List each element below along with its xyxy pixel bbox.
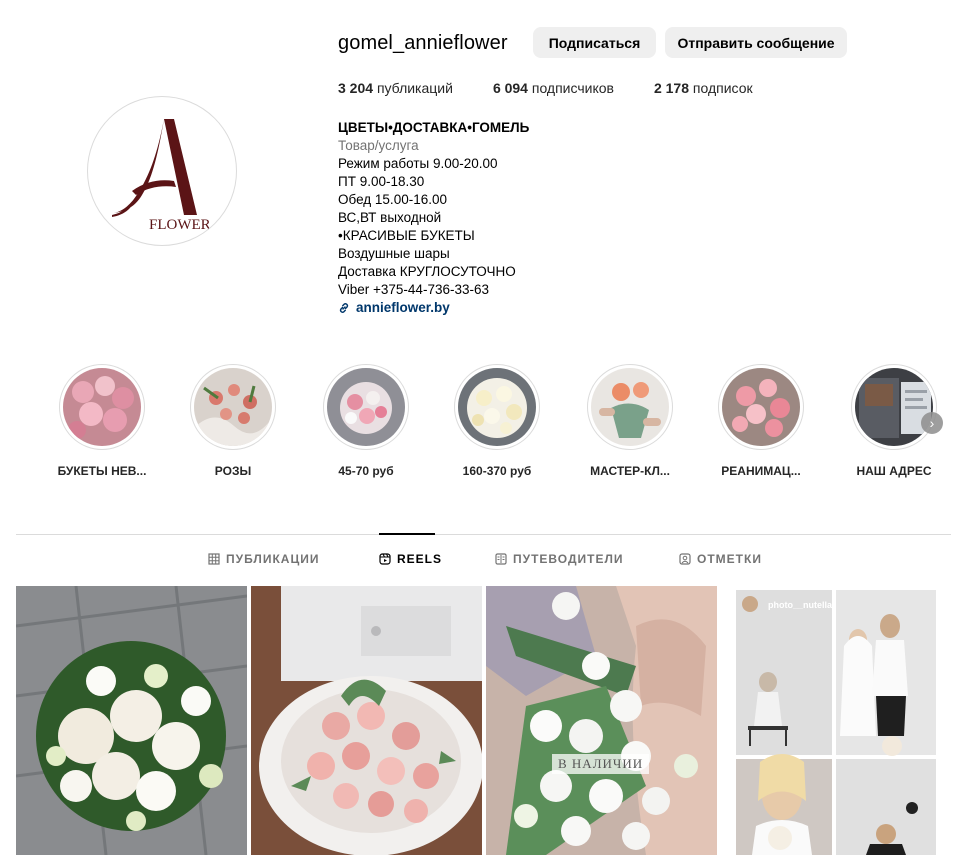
logo-text: FLOWER xyxy=(149,217,211,231)
followers-label: подписчиков xyxy=(531,80,614,96)
posts-grid: В НАЛИЧИИ photo__nutella xyxy=(16,586,951,855)
send-message-button[interactable]: Отправить сообщение xyxy=(665,27,847,58)
highlight-item[interactable]: РЕАНИМАЦ... xyxy=(706,364,816,478)
tab-posts[interactable]: ПУБЛИКАЦИИ xyxy=(208,552,319,566)
bio-category: Товар/услуга xyxy=(338,138,419,153)
active-tab-indicator xyxy=(379,533,435,535)
highlight-image xyxy=(591,368,669,446)
highlight-item[interactable]: 160-370 руб xyxy=(442,364,552,478)
highlight-image xyxy=(855,368,933,446)
post-tile[interactable] xyxy=(251,586,482,855)
post-image xyxy=(251,586,482,855)
highlight-label: РЕАНИМАЦ... xyxy=(721,464,801,478)
bio-line: Viber +375-44-736-33-63 xyxy=(338,282,489,297)
guide-icon xyxy=(495,553,507,565)
followers-count: 6 094 xyxy=(492,80,528,96)
highlight-label: 45-70 руб xyxy=(338,464,394,478)
chevron-right-icon: › xyxy=(929,415,935,431)
highlight-label: РОЗЫ xyxy=(214,464,252,478)
profile-tabs: ПУБЛИКАЦИИ REELS ПУТЕВОДИТЕЛИ ОТМЕТКИ xyxy=(0,552,963,570)
bio-link-text: annieflower.by xyxy=(356,300,450,315)
tab-label: ПУТЕВОДИТЕЛИ xyxy=(513,552,624,566)
bio-line: •КРАСИВЫЕ БУКЕТЫ xyxy=(338,228,475,243)
highlight-image xyxy=(194,368,272,446)
following-label: подписок xyxy=(692,80,753,96)
follow-button[interactable]: Подписаться xyxy=(533,27,656,58)
post-tile[interactable] xyxy=(16,586,247,855)
highlight-item[interactable]: МАСТЕР-КЛ... xyxy=(575,364,685,478)
bio-name: ЦВЕТЫ•ДОСТАВКА•ГОМЕЛЬ xyxy=(338,120,530,135)
following-stat[interactable]: 2 178 подписок xyxy=(654,80,753,96)
story-highlights: БУКЕТЫ НЕВ... РОЗЫ 45-70 руб 160-370 руб… xyxy=(40,364,960,484)
highlight-label: 160-370 руб xyxy=(462,464,532,478)
tab-tagged[interactable]: ОТМЕТКИ xyxy=(679,552,762,566)
tab-guides[interactable]: ПУТЕВОДИТЕЛИ xyxy=(495,552,624,566)
highlight-label: МАСТЕР-КЛ... xyxy=(590,464,670,478)
highlight-item[interactable]: БУКЕТЫ НЕВ... xyxy=(47,364,157,478)
tab-reels[interactable]: REELS xyxy=(379,552,442,566)
bio-line: Обед 15.00-16.00 xyxy=(338,192,447,207)
posts-stat: 3 204 публикаций xyxy=(338,80,453,96)
profile-avatar[interactable]: FLOWER xyxy=(87,96,237,246)
highlights-next-button[interactable]: › xyxy=(921,412,943,434)
bio-line: ПТ 9.00-18.30 xyxy=(338,174,425,189)
highlight-item[interactable]: РОЗЫ xyxy=(178,364,288,478)
grid-icon xyxy=(208,553,220,565)
bio-line: ВС,ВТ выходной xyxy=(338,210,442,225)
bio-line: Воздушные шары xyxy=(338,246,450,261)
profile-username: gomel_annieflower xyxy=(338,32,508,54)
highlight-label: НАШ АДРЕС xyxy=(856,464,932,478)
tab-label: REELS xyxy=(397,552,443,566)
highlight-image xyxy=(327,368,405,446)
following-count: 2 178 xyxy=(653,80,690,96)
post-image xyxy=(16,586,247,855)
bio-line: Доставка КРУГЛОСУТОЧНО xyxy=(338,264,516,279)
reels-icon xyxy=(379,553,391,565)
link-icon xyxy=(339,303,349,313)
bio-link[interactable]: annieflower.by xyxy=(338,299,529,317)
profile-bio: ЦВЕТЫ•ДОСТАВКА•ГОМЕЛЬ Товар/услуга Режим… xyxy=(338,119,529,317)
highlight-label: БУКЕТЫ НЕВ... xyxy=(57,464,147,478)
posts-label: публикаций xyxy=(376,80,453,96)
post-overlay-text: В НАЛИЧИИ xyxy=(552,754,650,774)
highlight-item[interactable]: 45-70 руб xyxy=(311,364,421,478)
tab-label: ОТМЕТКИ xyxy=(697,552,762,566)
post-tile[interactable]: В НАЛИЧИИ xyxy=(486,586,717,855)
highlight-image xyxy=(63,368,141,446)
bio-line: Режим работы 9.00-20.00 xyxy=(338,156,498,171)
tagged-icon xyxy=(679,553,691,565)
posts-count: 3 204 xyxy=(338,80,374,96)
tab-label: ПУБЛИКАЦИИ xyxy=(226,552,320,566)
highlight-image xyxy=(458,368,536,446)
annieflower-logo: FLOWER xyxy=(112,119,211,231)
followers-stat[interactable]: 6 094 подписчиков xyxy=(493,80,614,96)
post-image xyxy=(486,586,717,855)
highlight-image xyxy=(722,368,800,446)
profile-stats: 3 204 публикаций 6 094 подписчиков 2 178… xyxy=(338,80,793,96)
post-tile[interactable]: photo__nutella xyxy=(720,586,951,855)
tabs-divider xyxy=(16,534,951,535)
post-overlay-text: photo__nutella xyxy=(768,600,833,610)
post-image xyxy=(720,586,951,855)
